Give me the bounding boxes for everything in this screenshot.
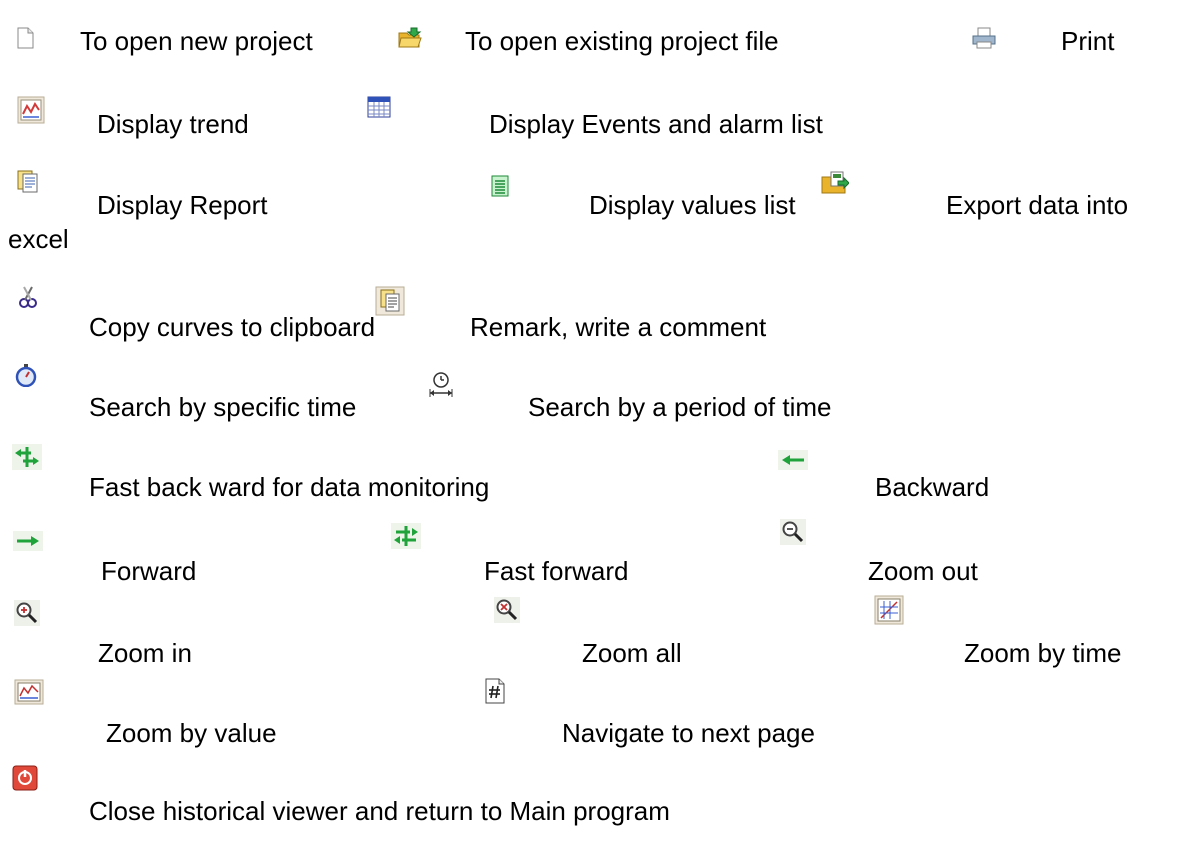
backward-icon[interactable] — [778, 450, 808, 470]
zoom-out-icon[interactable] — [780, 519, 806, 545]
printer-icon[interactable] — [970, 26, 998, 50]
export-excel-label-line1: Export data into — [946, 190, 1129, 220]
next-page-label: Navigate to next page — [562, 718, 815, 748]
fast-backward-icon[interactable] — [12, 444, 42, 470]
zoom-out-label: Zoom out — [868, 556, 978, 586]
display-events-label: Display Events and alarm list — [489, 109, 823, 139]
event-list-icon[interactable] — [367, 96, 391, 118]
zoom-in-label: Zoom in — [98, 638, 192, 668]
new-project-label: To open new project — [80, 26, 313, 56]
values-list-icon[interactable] — [491, 175, 509, 197]
forward-label: Forward — [101, 556, 197, 586]
export-excel-icon[interactable] — [821, 169, 849, 195]
fast-backward-label: Fast back ward for data monitoring — [89, 472, 490, 502]
remark-icon[interactable] — [375, 286, 405, 316]
search-period-label: Search by a period of time — [528, 392, 832, 422]
export-excel-label-line2: excel — [8, 224, 69, 254]
trend-chart-icon[interactable] — [17, 96, 45, 124]
zoom-in-icon[interactable] — [14, 600, 40, 626]
display-values-label: Display values list — [589, 190, 796, 220]
fast-forward-label: Fast forward — [484, 556, 629, 586]
forward-icon[interactable] — [13, 531, 43, 551]
new-document-icon[interactable] — [14, 27, 36, 49]
backward-label: Backward — [875, 472, 990, 502]
display-trend-label: Display trend — [97, 109, 249, 139]
zoom-by-time-label: Zoom by time — [964, 638, 1122, 668]
open-project-label: To open existing project file — [465, 26, 779, 56]
zoom-by-time-icon[interactable] — [874, 595, 904, 625]
close-viewer-label: Close historical viewer and return to Ma… — [89, 796, 670, 826]
zoom-all-icon[interactable] — [494, 597, 520, 623]
copy-curves-label: Copy curves to clipboard — [89, 312, 376, 342]
next-page-icon[interactable] — [483, 678, 507, 704]
fast-forward-icon[interactable] — [391, 523, 421, 549]
zoom-all-label: Zoom all — [582, 638, 682, 668]
search-time-label: Search by specific time — [89, 392, 357, 422]
report-icon[interactable] — [16, 168, 40, 194]
zoom-by-value-icon[interactable] — [14, 679, 44, 705]
time-period-icon[interactable] — [427, 371, 455, 401]
close-viewer-icon[interactable] — [12, 765, 38, 791]
print-label: Print — [1061, 26, 1115, 56]
open-folder-icon[interactable] — [397, 26, 423, 50]
scissors-icon[interactable] — [18, 285, 38, 309]
stopwatch-icon[interactable] — [14, 363, 38, 387]
display-report-label: Display Report — [97, 190, 268, 220]
remark-label: Remark, write a comment — [470, 312, 767, 342]
zoom-by-value-label: Zoom by value — [106, 718, 277, 748]
